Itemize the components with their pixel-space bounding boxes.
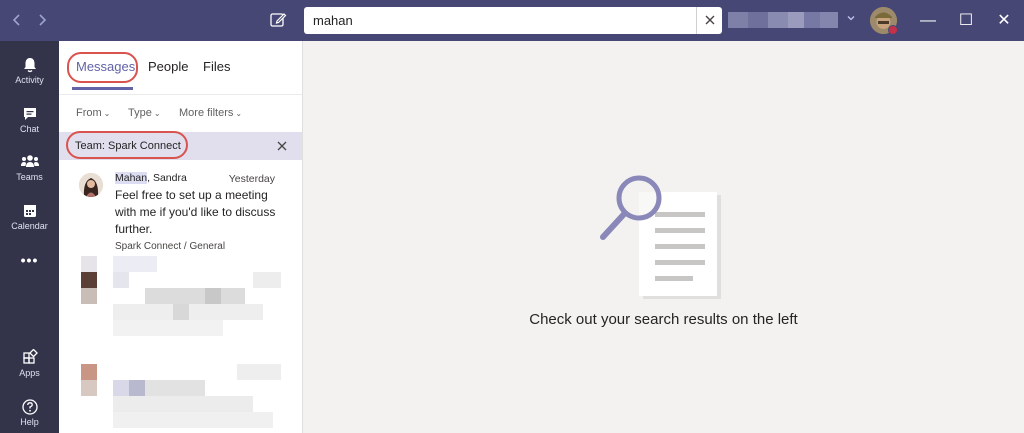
redacted-result[interactable] [81,364,281,433]
main-content: Check out your search results on the lef… [303,41,1024,433]
tenant-switcher-redacted[interactable] [728,12,838,28]
sender-highlight: Mahan [115,172,148,184]
remove-team-filter-button[interactable] [276,137,288,156]
search-box [304,7,722,34]
result-channel: Spark Connect / General [115,241,226,252]
search-clear-button[interactable] [696,7,722,34]
back-button[interactable] [8,10,26,30]
result-sender: Mahan, Sandra [115,172,187,184]
search-illustration-icon [600,175,721,299]
result-time: Yesterday [228,173,275,185]
app-rail: Activity Chat Teams Calendar ••• Apps He… [0,41,59,433]
result-body: Feel free to set up a meeting with me if… [115,188,276,236]
rail-label: Apps [19,368,40,378]
filter-label: Type [128,107,152,119]
tab-files[interactable]: Files [203,59,230,74]
rail-item-calendar[interactable]: Calendar [0,195,59,243]
chevron-left-icon [12,14,20,26]
rail-item-help[interactable]: Help [0,391,59,433]
compose-button[interactable] [268,10,288,30]
maximize-button[interactable]: ☐ [948,0,984,41]
chat-icon [23,108,36,120]
chevron-right-icon [39,14,47,26]
chevron-down-icon: ⌄ [103,109,111,118]
rail-item-teams[interactable]: Teams [0,146,59,194]
close-icon [705,15,714,25]
forward-button[interactable] [33,10,51,30]
chevron-down-icon: ⌄ [235,109,243,118]
redacted-result[interactable] [81,256,281,346]
tenant-dropdown[interactable] [846,13,856,26]
apps-icon [22,349,38,364]
rail-label: Activity [15,75,44,85]
filter-label: From [76,107,102,119]
more-icon: ••• [20,252,39,268]
rail-item-activity[interactable]: Activity [0,49,59,97]
minimize-button[interactable]: — [910,0,946,41]
search-result-item[interactable]: Mahan, Sandra Yesterday Feel free to set… [59,165,302,255]
chevron-down-icon [847,16,855,21]
compose-icon [270,13,287,27]
title-bar: — ☐ ✕ [0,0,1024,41]
teams-icon [20,155,39,167]
presence-badge [888,25,898,35]
divider [59,94,302,95]
person-photo-icon [79,173,103,197]
search-results-panel: Messages People Files From ⌄ Type ⌄ More f… [59,41,303,433]
help-icon [21,399,38,415]
sender-rest: , Sandra [147,172,187,184]
rail-label: Teams [16,172,43,182]
close-window-button[interactable]: ✕ [986,0,1022,41]
close-icon [277,141,287,151]
calendar-icon [23,205,36,217]
rail-label: Calendar [11,221,48,231]
rail-label: Chat [19,124,39,134]
chevron-down-icon: ⌄ [153,109,161,118]
rail-item-more[interactable]: ••• [0,248,59,272]
filter-label: More filters [179,107,234,119]
rail-item-chat[interactable]: Chat [0,98,59,146]
search-input[interactable] [304,7,694,34]
rail-item-apps[interactable]: Apps [0,342,59,390]
highlight-callout [67,52,138,83]
filter-type[interactable]: Type ⌄ [128,107,161,119]
filter-more[interactable]: More filters ⌄ [179,107,242,119]
active-tab-indicator [72,87,133,90]
highlight-callout [66,131,188,159]
tab-people[interactable]: People [148,59,188,74]
empty-state-message: Check out your search results on the lef… [529,311,798,328]
filter-from[interactable]: From ⌄ [76,107,110,119]
rail-label: Help [20,417,39,427]
bell-icon [23,58,36,73]
avatar [79,173,103,197]
